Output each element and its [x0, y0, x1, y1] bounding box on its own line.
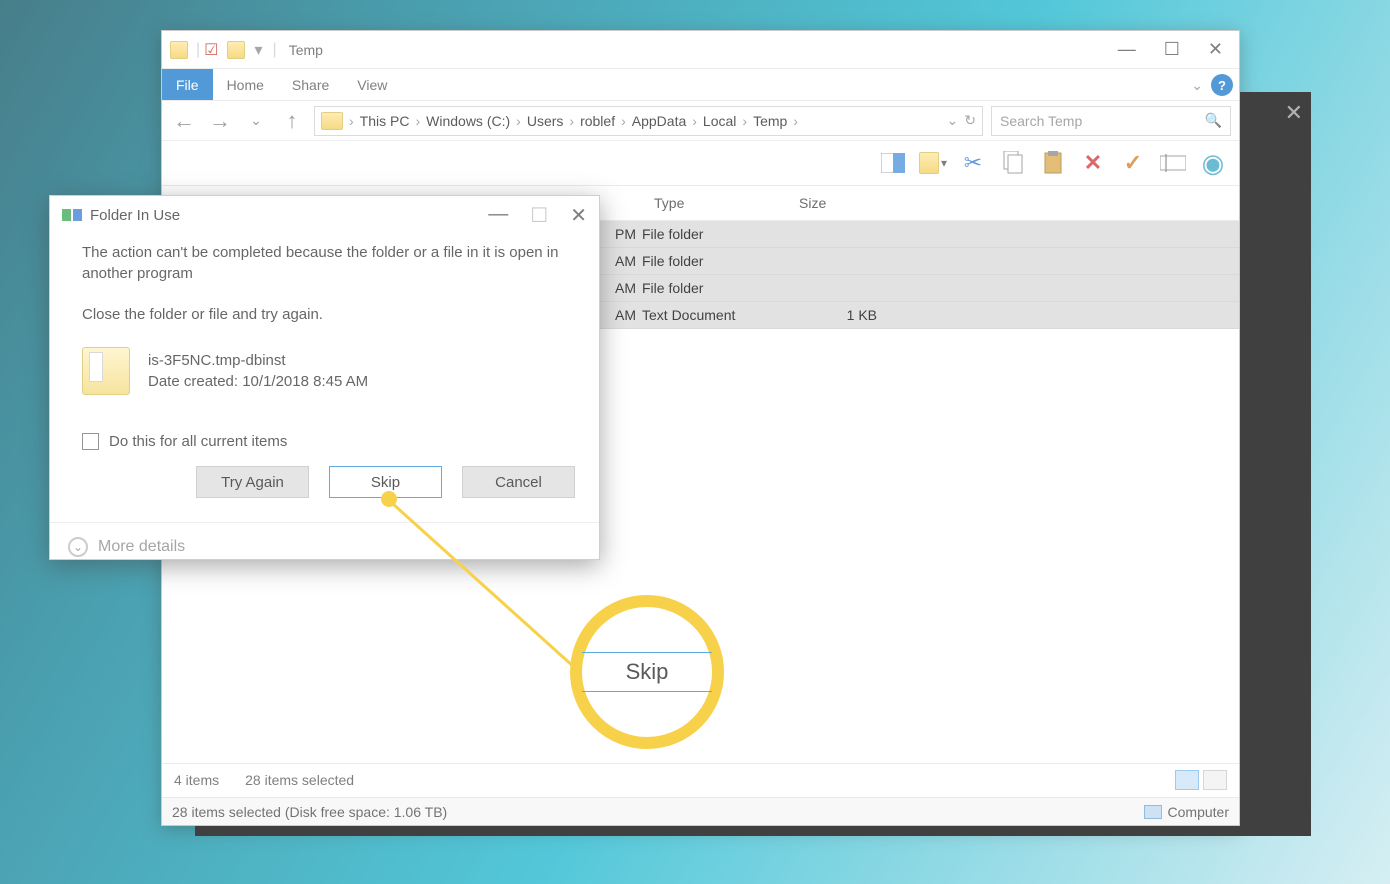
do-for-all-checkbox[interactable]	[82, 433, 99, 450]
column-type[interactable]: Type	[642, 195, 787, 211]
qat-check-icon[interactable]: ☑	[204, 40, 218, 60]
dialog-close-button[interactable]: ✕	[570, 203, 587, 228]
try-again-button[interactable]: Try Again	[196, 466, 309, 498]
status-disk-free: 28 items selected (Disk free space: 1.06…	[172, 804, 447, 820]
dialog-title: Folder In Use	[90, 207, 180, 224]
folder-icon	[227, 41, 245, 59]
large-icons-view-icon[interactable]	[1203, 770, 1227, 790]
chevron-right-icon[interactable]: ›	[569, 113, 574, 129]
dialog-icon	[62, 209, 82, 221]
folder-in-use-dialog: Folder In Use — ☐ ✕ The action can't be …	[49, 195, 600, 560]
address-dropdown-icon[interactable]: ⌄	[947, 112, 959, 129]
search-icon[interactable]: 🔍	[1205, 112, 1222, 129]
crumb-users[interactable]: Users	[527, 113, 564, 129]
dialog-file-info: is-3F5NC.tmp-dbinst Date created: 10/1/2…	[82, 347, 567, 395]
dialog-file-name: is-3F5NC.tmp-dbinst	[148, 350, 368, 371]
crumb-local[interactable]: Local	[703, 113, 736, 129]
cancel-button[interactable]: Cancel	[462, 466, 575, 498]
maximize-button[interactable]: ☐	[1164, 39, 1180, 60]
folder-icon	[321, 112, 343, 130]
status-bar: 4 items 28 items selected	[162, 763, 1239, 795]
chevron-down-icon: ⌄	[68, 537, 88, 557]
dialog-message-1: The action can't be completed because th…	[82, 242, 567, 284]
close-button[interactable]: ✕	[1208, 39, 1223, 60]
preview-pane-icon[interactable]	[879, 149, 907, 177]
cut-icon[interactable]: ✂	[959, 149, 987, 177]
refresh-icon[interactable]: ↻	[964, 112, 976, 129]
toolbar: ▾ ✂ ✕ ✓ ◉	[162, 141, 1239, 185]
status-selected-count: 28 items selected	[245, 772, 354, 788]
crumb-this-pc[interactable]: This PC	[360, 113, 410, 129]
new-folder-icon[interactable]: ▾	[919, 149, 947, 177]
more-details-label: More details	[98, 538, 185, 556]
copy-icon[interactable]	[999, 149, 1027, 177]
tab-file[interactable]: File	[162, 69, 213, 100]
tab-home[interactable]: Home	[213, 69, 278, 100]
delete-icon[interactable]: ✕	[1079, 149, 1107, 177]
settings-globe-icon[interactable]: ◉	[1199, 149, 1227, 177]
ribbon-tabs: File Home Share View ⌄ ?	[162, 69, 1239, 101]
search-input[interactable]: Search Temp 🔍	[991, 106, 1231, 136]
dialog-file-date: Date created: 10/1/2018 8:45 AM	[148, 371, 368, 392]
breadcrumb[interactable]: › This PC› Windows (C:)› Users› roblef› …	[314, 106, 983, 136]
dialog-footer[interactable]: ⌄ More details	[50, 522, 599, 571]
chevron-right-icon[interactable]: ›	[621, 113, 626, 129]
dialog-minimize-button[interactable]: —	[488, 203, 508, 228]
status-items-count: 4 items	[174, 772, 219, 788]
chevron-right-icon[interactable]: ›	[415, 113, 420, 129]
column-size[interactable]: Size	[787, 195, 887, 211]
crumb-temp[interactable]: Temp	[753, 113, 787, 129]
window-title: Temp	[289, 42, 323, 58]
status-computer: Computer	[1144, 804, 1229, 820]
tab-view[interactable]: View	[343, 69, 401, 100]
details-view-icon[interactable]	[1175, 770, 1199, 790]
accept-icon[interactable]: ✓	[1119, 149, 1147, 177]
search-placeholder: Search Temp	[1000, 113, 1082, 129]
chevron-right-icon[interactable]: ›	[692, 113, 697, 129]
nav-up-icon[interactable]: ↑	[278, 107, 306, 135]
crumb-roblef[interactable]: roblef	[580, 113, 615, 129]
chevron-right-icon[interactable]: ›	[516, 113, 521, 129]
chevron-right-icon[interactable]: ›	[742, 113, 747, 129]
dialog-titlebar: Folder In Use — ☐ ✕	[50, 196, 599, 234]
paste-icon[interactable]	[1039, 149, 1067, 177]
callout-circle: Skip	[570, 595, 724, 749]
nav-forward-icon[interactable]: →	[206, 107, 234, 135]
crumb-appdata[interactable]: AppData	[632, 113, 686, 129]
chevron-right-icon[interactable]: ›	[793, 113, 798, 129]
callout-label: Skip	[582, 652, 712, 692]
rename-icon[interactable]	[1159, 149, 1187, 177]
titlebar: | ☑ ▾ | Temp — ☐ ✕	[162, 31, 1239, 69]
ribbon-collapse-icon[interactable]: ⌄	[1191, 77, 1203, 100]
dialog-maximize-button[interactable]: ☐	[530, 203, 548, 228]
do-for-all-label: Do this for all current items	[109, 433, 287, 450]
status-bar-2: 28 items selected (Disk free space: 1.06…	[162, 797, 1239, 825]
dark-close-icon[interactable]: ✕	[1285, 100, 1303, 126]
minimize-button[interactable]: —	[1118, 39, 1136, 60]
help-icon[interactable]: ?	[1211, 74, 1233, 96]
nav-dropdown-icon[interactable]: ⌄	[242, 107, 270, 135]
address-bar-row: ← → ⌄ ↑ › This PC› Windows (C:)› Users› …	[162, 101, 1239, 141]
chevron-right-icon[interactable]: ›	[349, 113, 354, 129]
folder-icon	[82, 347, 130, 395]
folder-icon	[170, 41, 188, 59]
nav-back-icon[interactable]: ←	[170, 107, 198, 135]
computer-icon	[1144, 805, 1162, 819]
qat-dropdown-icon[interactable]: ▾	[255, 40, 263, 60]
dialog-message-2: Close the folder or file and try again.	[82, 306, 567, 323]
tab-share[interactable]: Share	[278, 69, 343, 100]
crumb-windows-c[interactable]: Windows (C:)	[426, 113, 510, 129]
